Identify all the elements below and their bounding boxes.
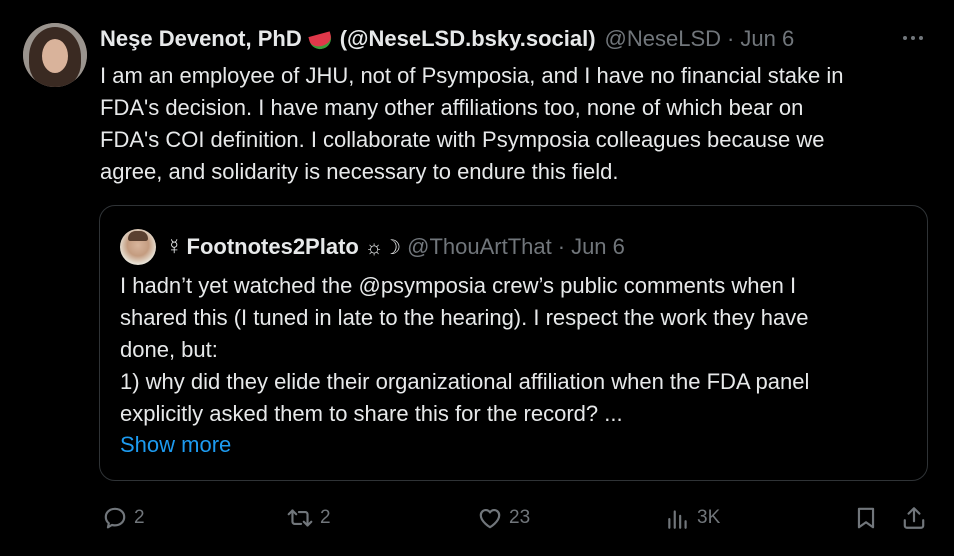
quoted-tweet-header: ☿ Footnotes2Plato ☼☽ @ThouArtThat · Jun … [120, 229, 625, 265]
tweet: Neşe Devenot, PhD (@NeseLSD.bsky.social)… [0, 0, 954, 556]
watermelon-emoji-icon [308, 30, 334, 52]
quoted-tweet-card[interactable]: ☿ Footnotes2Plato ☼☽ @ThouArtThat · Jun … [99, 205, 928, 481]
more-horizontal-icon[interactable] [900, 28, 926, 48]
view-count: 3K [697, 507, 721, 528]
quoted-body-line: I hadn’t yet watched the @psymposia crew… [120, 273, 797, 298]
tweet-body: I am an employee of JHU, not of Psymposi… [100, 60, 935, 188]
quoted-author-handle: @ThouArtThat [407, 234, 552, 259]
tweet-header: Neşe Devenot, PhD (@NeseLSD.bsky.social)… [100, 25, 794, 53]
mercury-symbol: ☿ [166, 234, 183, 259]
author-avatar[interactable] [23, 23, 87, 87]
heart-icon [479, 509, 501, 529]
author-bluesky-handle[interactable]: (@NeseLSD.bsky.social) [340, 26, 596, 52]
tweet-body-line: FDA's decision. I have many other affili… [100, 95, 804, 120]
views-button[interactable]: 3K [665, 500, 720, 536]
quoted-tweet-body: I hadn’t yet watched the @psymposia crew… [120, 270, 910, 430]
tweet-body-line: agree, and solidarity is necessary to en… [100, 159, 619, 184]
bookmark-icon [857, 507, 875, 529]
quoted-author-display-name: Footnotes2Plato [186, 234, 359, 259]
quoted-body-line: done, but: [120, 337, 218, 362]
quoted-body-line: shared this (I tuned in late to the hear… [120, 305, 809, 330]
quoted-author-avatar [120, 229, 156, 265]
repost-icon [287, 509, 313, 527]
tweet-date[interactable]: Jun 6 [740, 26, 794, 52]
quoted-header-separator: · [557, 234, 566, 259]
share-icon [903, 507, 925, 529]
like-count: 23 [509, 507, 531, 528]
show-more-link[interactable]: Show more [120, 432, 231, 458]
quoted-body-line: explicitly asked them to share this for … [120, 401, 623, 426]
author-handle[interactable]: @NeseLSD [605, 26, 722, 52]
tweet-body-line: FDA's COI definition. I collaborate with… [100, 127, 825, 152]
bookmark-button[interactable] [853, 500, 879, 536]
tweet-actions-bar: 2 2 23 3K [0, 500, 954, 536]
reply-button[interactable]: 2 [102, 500, 145, 536]
like-button[interactable]: 23 [477, 500, 530, 536]
quoted-tweet-date: Jun 6 [571, 234, 625, 259]
repost-button[interactable]: 2 [286, 500, 331, 536]
reply-count: 2 [134, 507, 145, 528]
sun-moon-symbols: ☼☽ [364, 236, 402, 259]
header-separator: · [727, 26, 735, 51]
share-button[interactable] [901, 500, 927, 536]
author-display-name[interactable]: Neşe Devenot, PhD [100, 26, 302, 52]
quoted-body-line: 1) why did they elide their organization… [120, 369, 810, 394]
tweet-body-line: I am an employee of JHU, not of Psymposi… [100, 63, 844, 88]
bar-chart-icon [668, 510, 687, 529]
repost-count: 2 [320, 507, 331, 528]
reply-icon [104, 507, 126, 529]
